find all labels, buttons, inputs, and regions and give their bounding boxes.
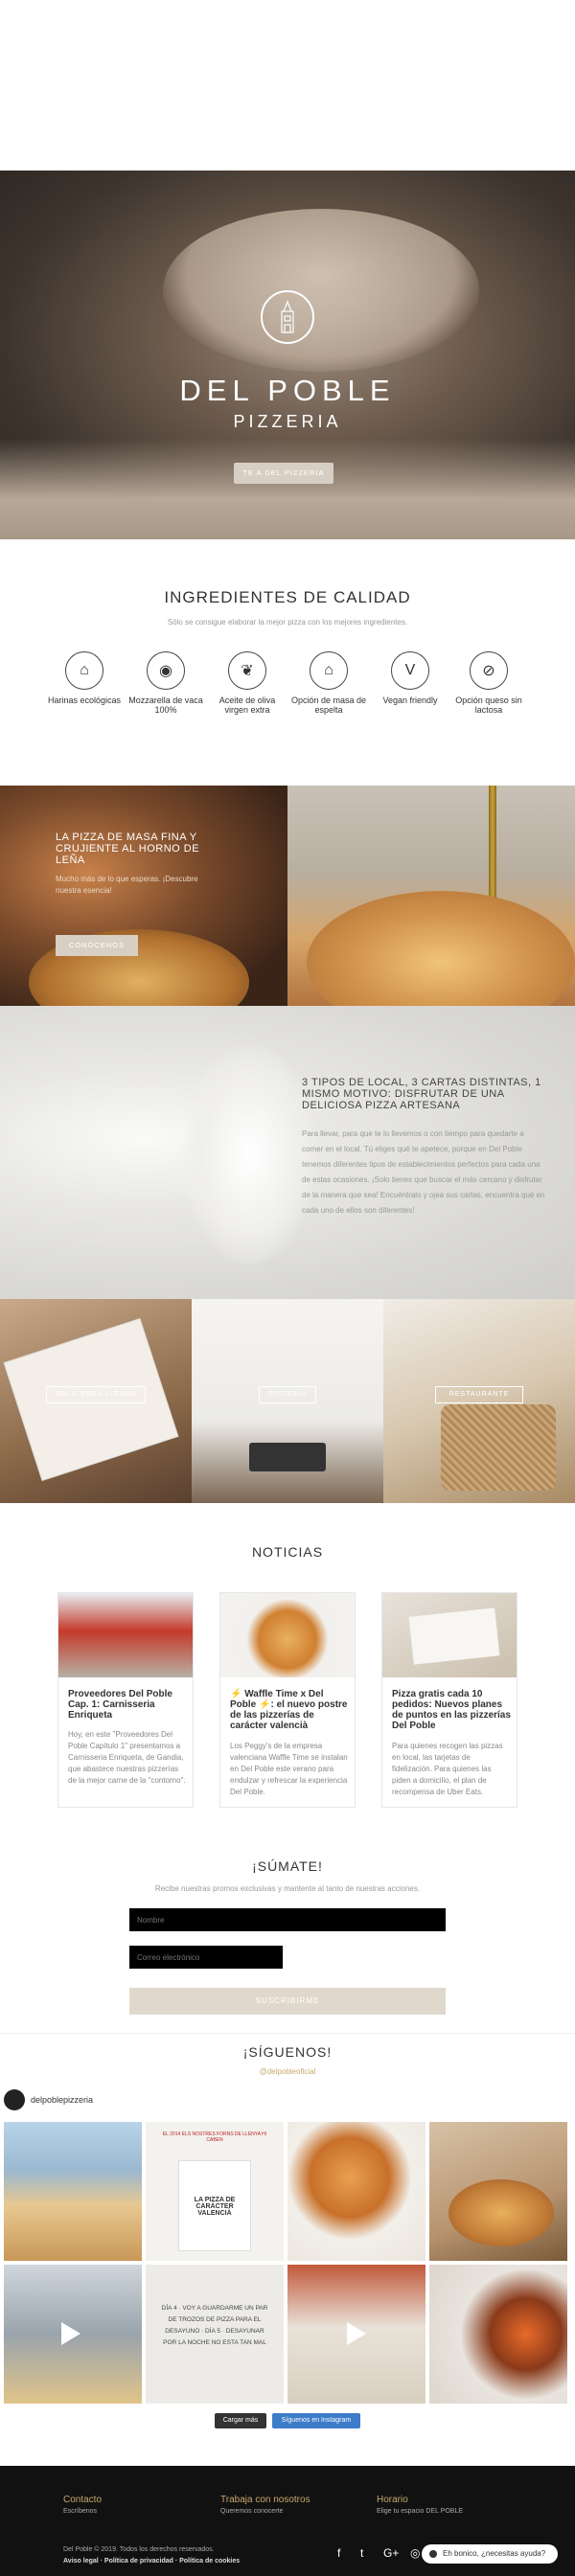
loyalty-card-image — [382, 1593, 517, 1677]
pizzeria-photo[interactable]: PIZZERÍA — [192, 1299, 383, 1503]
feature-lactose-free: ⊘ Opción queso sin lactosa — [450, 651, 527, 715]
instagram-post[interactable] — [429, 2122, 567, 2261]
email-field[interactable] — [129, 1946, 283, 1969]
wicker-chair — [441, 1404, 556, 1491]
news-card[interactable]: Proveedores Del Poble Cap. 1: Carnisseri… — [58, 1592, 194, 1808]
instagram-post[interactable] — [288, 2122, 426, 2261]
feature-flour: ⌂ Harinas ecológicas — [46, 651, 123, 705]
news-card-title[interactable]: Pizza gratis cada 10 pedidos: Nuevos pla… — [392, 1689, 511, 1731]
google-plus-icon[interactable]: G+ — [383, 2546, 399, 2560]
news-title: NOTICIAS — [251, 1544, 324, 1560]
name-field[interactable] — [129, 1908, 446, 1931]
follow-instagram-button[interactable]: Síguenos en Instagram — [272, 2413, 360, 2428]
feature-olive-oil: ❦ Aceite de oliva virgen extra — [209, 651, 286, 715]
pizza-shape — [307, 891, 575, 1006]
butcher-shop-image — [58, 1593, 193, 1677]
tag-restaurant[interactable]: RESTAURANTE — [435, 1386, 523, 1403]
ingredients-subtitle: Sólo se consigue elaborar la mejor pizza… — [167, 618, 408, 627]
footer-jobs-link[interactable]: Queremos conocerte — [220, 2508, 283, 2515]
instagram-icon[interactable]: ◎ — [410, 2546, 420, 2560]
instagram-post[interactable] — [4, 2122, 142, 2261]
feature-vegan: V Vegan friendly — [372, 651, 448, 705]
oven-image: LA PIZZA DE MASA FINA Y CRUJIENTE AL HOR… — [0, 786, 288, 1006]
olive-oil-image — [288, 786, 575, 1006]
takeaway-photo[interactable]: SOLO PARA LLEVAR — [0, 1299, 192, 1503]
pizza-shape — [448, 2179, 554, 2246]
twitter-icon[interactable]: t — [360, 2546, 363, 2560]
oil-stream — [489, 786, 496, 900]
load-more-button[interactable]: Cargar más — [215, 2413, 266, 2428]
news-card[interactable]: Pizza gratis cada 10 pedidos: Nuevos pla… — [381, 1592, 518, 1808]
instagram-post[interactable]: EL 2014 ELS NOSTRES FORNS DE LLENYA HI C… — [146, 2122, 284, 2261]
promo-text: EL 2014 ELS NOSTRES FORNS DE LLENYA HI C… — [162, 2131, 267, 2143]
flour-surface — [0, 439, 575, 539]
tag-takeaway[interactable]: SOLO PARA LLEVAR — [46, 1386, 146, 1403]
dough-image — [163, 209, 479, 372]
olive-icon: ❦ — [228, 651, 266, 690]
divider — [0, 2033, 575, 2034]
flour-background: 3 TIPOS DE LOCAL, 3 CARTAS DISTINTAS, 1 … — [0, 1006, 575, 1299]
news-card-title[interactable]: Proveedores Del Poble Cap. 1: Carnisseri… — [68, 1689, 187, 1721]
footer-hours-title: Horario — [377, 2495, 408, 2505]
loyalty-card — [408, 1607, 500, 1665]
footer-jobs-title: Trabaja con nosotros — [220, 2495, 310, 2505]
news-card[interactable]: ⚡ Waffle Time x Del Poble ⚡: el nuevo po… — [219, 1592, 356, 1808]
facebook-icon[interactable]: f — [337, 2546, 340, 2560]
news-card-title[interactable]: ⚡ Waffle Time x Del Poble ⚡: el nuevo po… — [230, 1689, 349, 1731]
mozzarella-icon: ◉ — [147, 651, 185, 690]
avatar[interactable] — [4, 2089, 25, 2110]
instagram-video[interactable] — [4, 2265, 142, 2404]
restaurant-photo[interactable]: RESTAURANTE — [383, 1299, 575, 1503]
follow-title: ¡SÍGUENOS! — [242, 2044, 333, 2060]
signup-subtitle: Recibe nuestras promos exclusivas y mant… — [154, 1884, 421, 1893]
hero-banner: DEL POBLE PIZZERIA TE A DEL PIZZERIA — [0, 171, 575, 539]
subscribe-button[interactable]: SUSCRIBIRME — [129, 1988, 446, 2015]
tower-logo-icon — [261, 290, 314, 344]
feature-spelt: ⌂ Opción de masa de espelta — [290, 651, 367, 715]
local-title: 3 TIPOS DE LOCAL, 3 CARTAS DISTINTAS, 1 … — [302, 1077, 541, 1111]
vegan-icon: V — [391, 651, 429, 690]
flour-sack-icon: ⌂ — [65, 651, 104, 690]
footer-contact-link[interactable]: Escríbenos — [63, 2508, 97, 2515]
footer-contact-title: Contacto — [63, 2495, 103, 2505]
local-text: Para llevar, para que te lo llevemos o c… — [302, 1129, 545, 1215]
instagram-video[interactable] — [288, 2265, 426, 2404]
flour-pile — [182, 1044, 316, 1265]
legal-links[interactable]: Aviso legal · Política de privacidad · P… — [63, 2558, 240, 2565]
about-button[interactable]: CONÓCENOS — [56, 935, 138, 956]
ingredients-title: INGREDIENTES DE CALIDAD — [164, 588, 411, 606]
instagram-post[interactable]: DÍA 4 · VOY A GUARDARME UN PAR DE TROZOS… — [146, 2265, 284, 2404]
instagram-handle[interactable]: @delpobleoficial — [0, 2067, 575, 2076]
thin-title: LA PIZZA DE MASA FINA Y CRUJIENTE AL HOR… — [56, 832, 200, 866]
footer-hours-link[interactable]: Elige tu espacio DEL POBLE — [377, 2508, 463, 2515]
brand-subtitle: PIZZERIA — [233, 412, 342, 431]
play-icon[interactable] — [347, 2322, 366, 2345]
waffle-pizza-image — [220, 1593, 355, 1677]
whatsapp-chat-button[interactable]: Eh bonico, ¿necesitas ayuda? — [422, 2544, 558, 2564]
news-card-text: Los Peggy's de la empresa valenciana Waf… — [230, 1742, 348, 1796]
news-card-text: Hoy, en este "Proveedores Del Poble Capí… — [68, 1730, 186, 1785]
copyright: Del Poble © 2019. Todos los derechos res… — [63, 2546, 215, 2553]
brand-title: DEL POBLE — [179, 374, 396, 407]
post-text: DÍA 4 · VOY A GUARDARME UN PAR DE TROZOS… — [161, 2305, 268, 2346]
feature-mozzarella: ◉ Mozzarella de vaca 100% — [127, 651, 204, 715]
news-card-text: Para quienes recogen las pizzas en local… — [392, 1742, 503, 1796]
tag-pizzeria[interactable]: PIZZERÍA — [259, 1386, 316, 1403]
spelt-dough-icon: ⌂ — [310, 651, 348, 690]
thin-text: Mucho más de lo que esperas. ¡Descubre n… — [56, 875, 198, 895]
instagram-account[interactable]: delpoblepizzeria — [31, 2095, 93, 2105]
play-icon[interactable] — [61, 2322, 80, 2345]
hero-button[interactable]: TE A DEL PIZZERIA — [234, 463, 334, 484]
signup-title: ¡SÚMATE! — [252, 1858, 323, 1874]
table — [249, 1443, 326, 1471]
lactose-free-icon: ⊘ — [470, 651, 508, 690]
bag-text: LA PIZZA DE CARÁCTER VALENCIÀ — [194, 2197, 236, 2217]
instagram-post[interactable] — [429, 2265, 567, 2404]
